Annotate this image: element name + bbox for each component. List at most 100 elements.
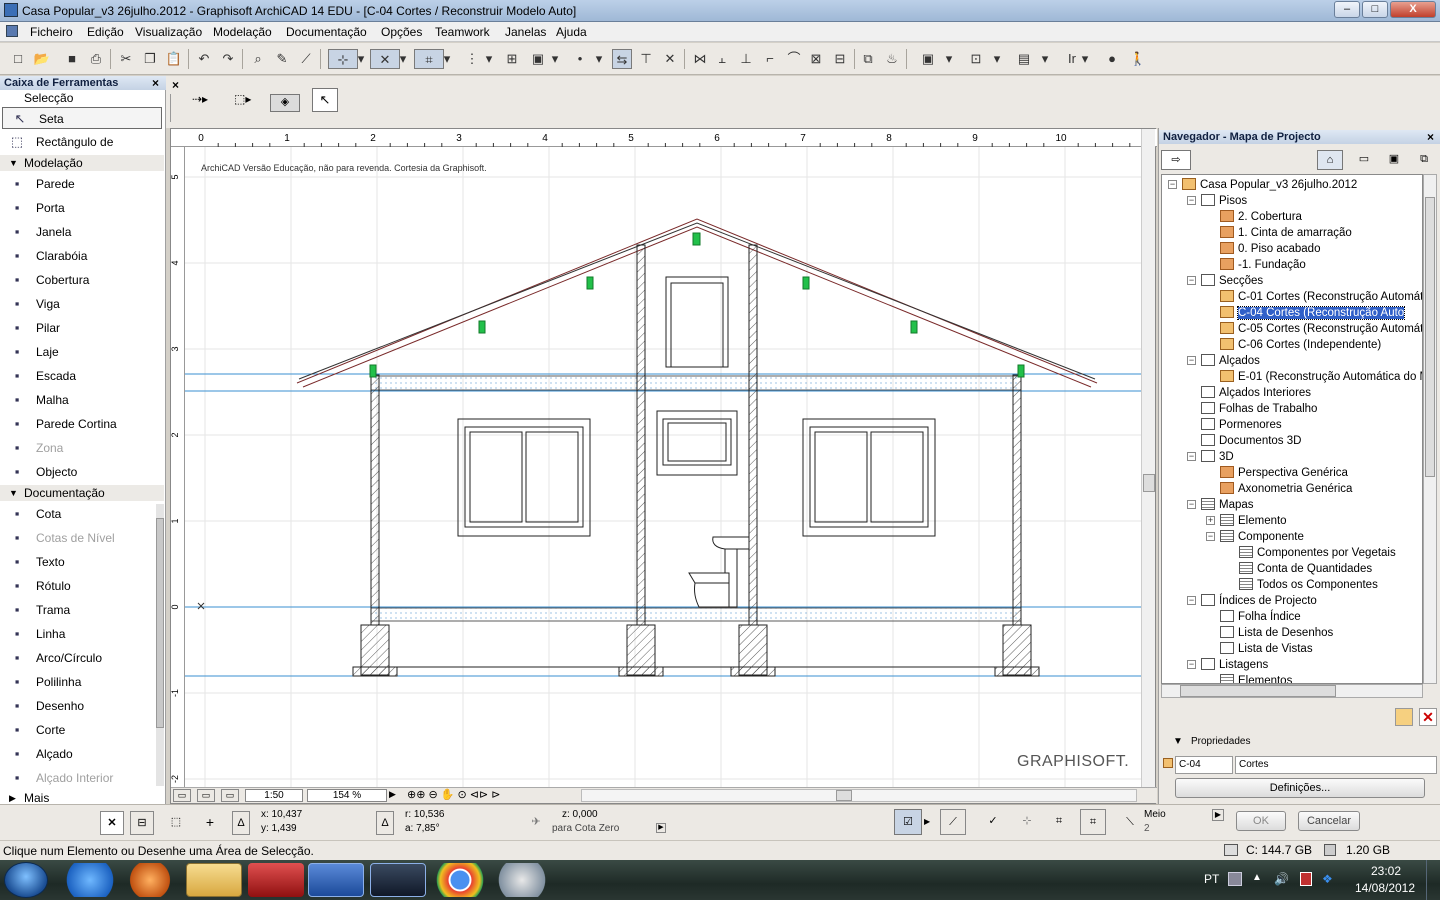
tree-item[interactable]: E-01 (Reconstrução Automática do M: [1220, 369, 1422, 385]
tree-item[interactable]: Todos os Componentes: [1239, 577, 1378, 593]
snap-guides-icon[interactable]: ✕: [370, 49, 400, 69]
collapse-icon[interactable]: −: [1187, 500, 1196, 509]
relative-construct-icon[interactable]: ⊟: [130, 811, 154, 835]
layers-icon[interactable]: ⊞: [502, 49, 522, 69]
explorer-folder-icon[interactable]: [186, 863, 242, 897]
tree-item[interactable]: Casa Popular_v3 26julho.2012: [1182, 177, 1357, 193]
z-coordinate[interactable]: z: 0,000: [562, 809, 598, 820]
layout-book-icon[interactable]: ▣: [1381, 150, 1407, 170]
menu-documentacao[interactable]: Documentação: [286, 25, 367, 39]
chrome-icon[interactable]: [432, 863, 488, 897]
toolbox-close-icon[interactable]: ×: [152, 76, 159, 90]
tree-item[interactable]: C-04 Cortes (Reconstrução Auto: [1220, 305, 1406, 321]
tree-item[interactable]: Lista de Desenhos: [1220, 625, 1333, 641]
lock-icon[interactable]: •: [570, 49, 590, 69]
tree-item[interactable]: 2. Cobertura: [1220, 209, 1302, 225]
paste-icon[interactable]: 📋: [164, 49, 184, 69]
tree-item[interactable]: Elemento: [1220, 513, 1287, 529]
start-button[interactable]: [4, 862, 48, 898]
tool-skylight[interactable]: ▪ Clarabóia: [0, 245, 164, 267]
tree-item[interactable]: Componentes por Vegetais: [1239, 545, 1396, 561]
tree-item[interactable]: Índices de Projecto: [1201, 593, 1317, 609]
tree-item[interactable]: Alçados: [1201, 353, 1260, 369]
infobox-grip[interactable]: [170, 94, 180, 122]
acrobat-icon[interactable]: [248, 863, 304, 897]
collapse-icon[interactable]: −: [1187, 660, 1196, 669]
infobox-close-icon[interactable]: ×: [172, 78, 184, 92]
tool-label[interactable]: ▪ Rótulo: [0, 575, 164, 597]
copy-icon[interactable]: ❐: [140, 49, 160, 69]
pick-up-icon[interactable]: ✎: [272, 49, 292, 69]
property-id-field[interactable]: C-04: [1175, 756, 1233, 774]
zoom-field[interactable]: 154 %: [307, 789, 387, 802]
snap-special-icon[interactable]: ⌗: [1046, 809, 1072, 835]
cut-icon[interactable]: ✂: [116, 49, 136, 69]
clock-date[interactable]: 14/08/2012: [1350, 881, 1420, 895]
print-icon[interactable]: ⎙: [86, 49, 106, 69]
chevron-down-icon[interactable]: ▾: [594, 49, 604, 69]
tree-item[interactable]: 1. Cinta de amarração: [1220, 225, 1352, 241]
tool-door[interactable]: ▪ Porta: [0, 197, 164, 219]
project-map-icon[interactable]: ⌂: [1317, 150, 1343, 170]
view-icon[interactable]: ▭: [221, 789, 239, 802]
maximize-button[interactable]: □: [1362, 1, 1388, 18]
redo-icon[interactable]: ↷: [218, 49, 238, 69]
pointer-icon[interactable]: ↖: [312, 88, 338, 112]
x-coordinate[interactable]: x: 10,437: [258, 809, 368, 823]
documentation-category[interactable]: ▼ Documentação: [0, 485, 164, 501]
menu-visualizacao[interactable]: Visualização: [135, 25, 202, 39]
collapse-icon[interactable]: −: [1168, 180, 1177, 189]
tree-item[interactable]: 3D: [1201, 449, 1234, 465]
tree-item[interactable]: Mapas: [1201, 497, 1254, 513]
unify-icon[interactable]: ⊟: [830, 49, 850, 69]
rect-method-icon[interactable]: ⬚▸: [234, 92, 262, 112]
groups-icon[interactable]: ▣: [528, 49, 548, 69]
trim-icon[interactable]: ⫠: [712, 49, 732, 69]
tool-object[interactable]: ▪ Objecto: [0, 461, 164, 483]
chevron-down-icon[interactable]: ▾: [1080, 49, 1090, 69]
delta-x-icon[interactable]: Δ: [232, 811, 250, 835]
snap-toggle-icon[interactable]: ☑: [894, 809, 922, 835]
ok-button[interactable]: OK: [1236, 811, 1286, 831]
section-marker-icon[interactable]: ⊤: [636, 49, 656, 69]
cancel-button[interactable]: Cancelar: [1298, 811, 1360, 831]
z-reference-arrow-icon[interactable]: ▶: [656, 823, 666, 833]
collapse-icon[interactable]: −: [1187, 276, 1196, 285]
tree-item[interactable]: Perspectiva Genérica: [1220, 465, 1348, 481]
tree-item[interactable]: C-06 Cortes (Independente): [1220, 337, 1381, 353]
snap-check-icon[interactable]: ✓: [980, 809, 1006, 835]
a-coordinate[interactable]: a: 7,85°: [402, 823, 512, 837]
guide-line-icon[interactable]: ⟋: [940, 809, 966, 835]
properties-toggle-icon[interactable]: ▼: [1173, 736, 1183, 747]
snap-magic-icon[interactable]: ⌗: [1080, 809, 1106, 835]
tree-item[interactable]: Alçados Interiores: [1201, 385, 1311, 401]
tool-line[interactable]: ▪ Linha: [0, 623, 164, 645]
tool-polyline[interactable]: ▪ Polilinha: [0, 671, 164, 693]
tool-roof[interactable]: ▪ Cobertura: [0, 269, 164, 291]
property-name-field[interactable]: Cortes: [1235, 756, 1437, 774]
tree-item[interactable]: Documentos 3D: [1201, 433, 1301, 449]
project-map-tree[interactable]: − Casa Popular_v3 26julho.2012− Pisos 2. Co…: [1161, 174, 1423, 684]
layer-combination-icon[interactable]: ▭: [197, 789, 215, 802]
fillet-icon[interactable]: ⌐: [760, 49, 780, 69]
tree-item[interactable]: Pormenores: [1201, 417, 1282, 433]
render-icon[interactable]: ♨: [882, 49, 902, 69]
tree-item[interactable]: Lista de Vistas: [1220, 641, 1313, 657]
internet-explorer-icon[interactable]: [62, 863, 118, 897]
section-canvas[interactable]: [185, 147, 1141, 787]
undo-icon[interactable]: ↶: [194, 49, 214, 69]
rotated-rect-icon[interactable]: ◈: [270, 94, 300, 112]
chevron-right-icon[interactable]: ▶: [924, 809, 934, 835]
tree-item[interactable]: 0. Piso acabado: [1220, 241, 1320, 257]
dropbox-icon[interactable]: ❖: [1322, 872, 1333, 886]
navigator-icon[interactable]: ⊡: [966, 49, 986, 69]
media-player-icon[interactable]: [122, 863, 178, 897]
new-file-icon[interactable]: □: [8, 49, 28, 69]
3d-window-icon[interactable]: ⧉: [858, 49, 878, 69]
curve-icon[interactable]: ⌒: [784, 49, 804, 69]
flag-icon[interactable]: [1300, 872, 1312, 886]
collapse-icon[interactable]: −: [1206, 532, 1215, 541]
layout-book-icon[interactable]: ▤: [1014, 49, 1034, 69]
tree-horizontal-scrollbar[interactable]: [1161, 684, 1423, 698]
menu-modelacao[interactable]: Modelação: [213, 25, 272, 39]
